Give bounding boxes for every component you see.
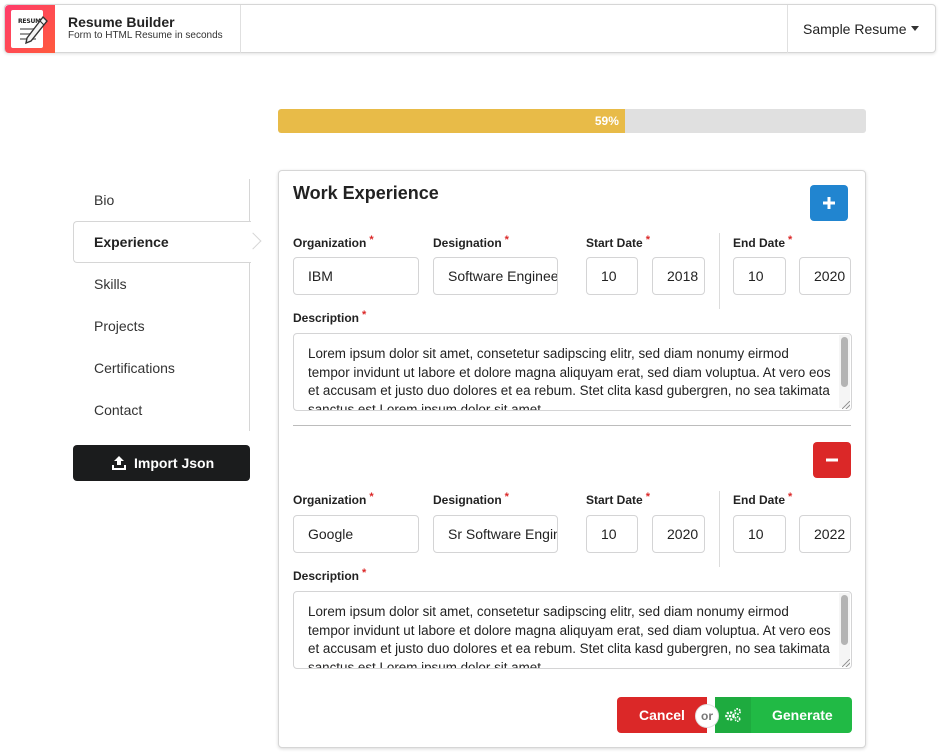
header-divider (240, 5, 241, 53)
end-year-input[interactable]: 2020 (799, 257, 851, 295)
start-month-input[interactable]: 10 (586, 257, 638, 295)
cogs-icon (725, 708, 741, 723)
add-experience-button[interactable] (810, 185, 848, 221)
end-year-input[interactable]: 2022 (799, 515, 851, 553)
resize-grip[interactable] (842, 401, 850, 409)
progress-bar: 59% (278, 109, 866, 133)
organization-input[interactable]: IBM (293, 257, 419, 295)
start-date-label: Start Date * (586, 491, 650, 507)
designation-label: Designation * (433, 491, 509, 507)
date-divider (719, 233, 720, 309)
end-date-label: End Date * (733, 234, 793, 250)
menu-item-bio[interactable]: Bio (73, 179, 250, 221)
app-header: RESUME Resume Builder Form to HTML Resum… (4, 4, 936, 53)
start-month-input[interactable]: 10 (586, 515, 638, 553)
description-textarea[interactable]: Lorem ipsum dolor sit amet, consetetur s… (293, 333, 852, 411)
progress-fill: 59% (278, 109, 625, 133)
menu-item-skills[interactable]: Skills (73, 263, 250, 305)
scrollbar[interactable] (839, 335, 850, 408)
cancel-button[interactable]: Cancel (617, 697, 707, 733)
pencil-icon (25, 15, 48, 45)
caret-down-icon (911, 26, 919, 31)
date-divider (719, 491, 720, 567)
end-month-input[interactable]: 10 (733, 515, 786, 553)
description-label: Description * (293, 309, 367, 325)
work-experience-card: Work Experience Organization * Designatio… (278, 170, 866, 748)
description-label: Description * (293, 567, 367, 583)
scrollbar[interactable] (839, 593, 850, 666)
menu-item-projects[interactable]: Projects (73, 305, 250, 347)
minus-icon (826, 458, 838, 462)
organization-input[interactable]: Google (293, 515, 419, 553)
end-date-label: End Date * (733, 491, 793, 507)
designation-input[interactable]: Software Engineer (433, 257, 558, 295)
plus-icon (823, 197, 835, 209)
import-json-label: Import Json (134, 455, 215, 471)
designation-label: Designation * (433, 234, 509, 250)
generate-button[interactable]: Generate (715, 697, 852, 733)
sample-resume-dropdown[interactable]: Sample Resume (787, 5, 935, 53)
entry-separator (293, 425, 851, 426)
upload-icon (112, 456, 126, 470)
app-subtitle: Form to HTML Resume in seconds (68, 30, 223, 41)
sample-resume-label: Sample Resume (803, 21, 907, 37)
menu-item-certifications[interactable]: Certifications (73, 347, 250, 389)
description-textarea[interactable]: Lorem ipsum dolor sit amet, consetetur s… (293, 591, 852, 669)
progress-label: 59% (594, 114, 619, 128)
start-year-input[interactable]: 2018 (652, 257, 705, 295)
section-title: Work Experience (293, 183, 439, 203)
organization-label: Organization * (293, 491, 374, 507)
app-logo: RESUME (5, 5, 55, 53)
import-json-button[interactable]: Import Json (73, 445, 250, 481)
menu-item-experience[interactable]: Experience (73, 221, 251, 263)
menu-item-contact[interactable]: Contact (73, 389, 250, 431)
remove-experience-button[interactable] (813, 442, 851, 478)
designation-input[interactable]: Sr Software Engineer (433, 515, 558, 553)
app-title: Resume Builder (68, 14, 175, 30)
start-year-input[interactable]: 2020 (652, 515, 705, 553)
or-separator: or (695, 704, 719, 728)
organization-label: Organization * (293, 234, 374, 250)
start-date-label: Start Date * (586, 234, 650, 250)
description-text: Lorem ipsum dolor sit amet, consetetur s… (308, 604, 831, 669)
section-menu: Bio Experience Skills Projects Certifica… (73, 179, 251, 431)
resize-grip[interactable] (842, 659, 850, 667)
generate-label: Generate (772, 707, 833, 723)
end-month-input[interactable]: 10 (733, 257, 786, 295)
description-text: Lorem ipsum dolor sit amet, consetetur s… (308, 346, 831, 411)
